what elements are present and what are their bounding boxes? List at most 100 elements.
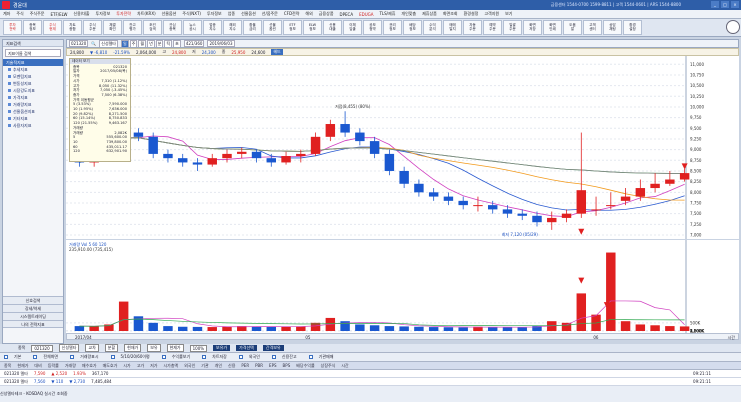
volume-bar[interactable] [502, 327, 513, 331]
menu-item-19[interactable]: TLS/제휴 [379, 11, 395, 17]
candle-body[interactable] [635, 188, 646, 197]
menu-item-22[interactable]: 화면조회 [443, 11, 458, 17]
candle-body[interactable] [310, 136, 321, 154]
order-field-6[interactable]: 보유 [147, 344, 161, 352]
candle-body[interactable] [679, 173, 690, 180]
period-button-4[interactable]: 분 [155, 40, 164, 47]
menu-item-9[interactable]: 주식(NXT) [182, 11, 201, 17]
volume-bar[interactable] [517, 327, 527, 331]
toolbar-button-23[interactable]: 자동 주문 [463, 20, 482, 35]
option-checkbox-0[interactable]: 기본 [4, 354, 27, 360]
maximize-button[interactable]: □ [721, 1, 729, 8]
volume-bar[interactable] [148, 322, 158, 331]
menu-item-6[interactable]: 투자전략 [116, 11, 131, 17]
order-field-7[interactable]: 현재가 [166, 344, 184, 352]
chart-date[interactable]: 2019/06/03 [207, 40, 235, 47]
menu-item-16[interactable]: 금융상품 [319, 11, 334, 17]
toolbar-button-2[interactable]: 주식 현재 [43, 20, 62, 35]
volume-bar[interactable] [399, 326, 409, 331]
menu-item-13[interactable]: 선/옵주문 [262, 11, 278, 17]
candle-body[interactable] [473, 205, 483, 207]
menu-item-10[interactable]: 투자정보 [207, 11, 222, 17]
candle-body[interactable] [620, 196, 631, 201]
menu-item-24[interactable]: 고객지원 [484, 11, 499, 17]
toolbar-button-7[interactable]: 조건 검색 [143, 20, 162, 35]
stock-code-input[interactable]: 021320 [69, 40, 89, 47]
toolbar-button-27[interactable]: 화면 인쇄 [543, 20, 562, 35]
quote-table-row-1[interactable]: 021320 델타 7,590 ▲ 2,520 1.93% 367,170 09… [0, 370, 741, 378]
order-dark-button-0[interactable]: 보유가 [213, 345, 231, 351]
candle-body[interactable] [414, 183, 424, 193]
sidebar-item-8[interactable]: 사용자지표 [3, 122, 63, 129]
order-field-5[interactable]: 현재가 [124, 344, 142, 352]
toolbar-button-0[interactable]: 투자 전략 [3, 20, 22, 35]
toolbar-button-19[interactable]: 권리 정보 [383, 20, 402, 35]
option-checkbox-7[interactable]: 신용잔고 [271, 354, 303, 360]
volume-bar[interactable] [163, 326, 173, 331]
candle-body[interactable] [163, 153, 173, 159]
checkbox-icon[interactable] [4, 355, 8, 359]
candle-body[interactable] [340, 124, 350, 133]
sidebar-item-3[interactable]: 시장강도지표 [3, 87, 63, 94]
volume-bar[interactable] [576, 293, 587, 331]
volume-bar[interactable] [620, 321, 631, 331]
toolbar-button-5[interactable]: 체결 확인 [103, 20, 122, 35]
indicator-search-input[interactable]: 지표이름 검색 [5, 49, 61, 57]
toolbar-button-9[interactable]: 뉴스 공시 [183, 20, 202, 35]
sidebar-item-0[interactable]: 추세지표 [3, 66, 63, 73]
checkbox-icon[interactable] [271, 355, 276, 359]
candle-body[interactable] [207, 158, 217, 165]
candle-body[interactable] [222, 153, 232, 159]
toolbar-button-31[interactable]: 환경 설정 [623, 20, 642, 35]
volume-bar[interactable] [192, 326, 203, 331]
volume-bar[interactable] [487, 327, 498, 331]
toolbar-button-8[interactable]: 관심 종목 [163, 20, 182, 35]
candle-body[interactable] [177, 158, 188, 163]
menu-item-17[interactable]: DPECA [340, 12, 354, 17]
period-button-5[interactable]: 틱 [164, 40, 173, 47]
quote-tag[interactable]: 헤드 [271, 49, 283, 55]
order-field-3[interactable]: 교차 [85, 344, 99, 352]
menu-item-18[interactable]: EDUGA [359, 12, 373, 17]
sidebar-item-4[interactable]: 가격지표 [3, 94, 63, 101]
checkbox-icon[interactable] [33, 355, 38, 359]
sidebar-category-header[interactable]: 기술적지표 [3, 59, 63, 66]
option-checkbox-2[interactable]: 거래량표시 [70, 354, 104, 360]
candle-body[interactable] [399, 170, 409, 184]
volume-bar[interactable] [665, 326, 675, 331]
menu-item-20[interactable]: 개인맞춤 [401, 11, 416, 17]
candle-body[interactable] [325, 124, 336, 137]
checkbox-icon[interactable] [202, 355, 207, 359]
volume-bar[interactable] [428, 327, 439, 331]
toolbar-button-10[interactable]: 업종 지수 [203, 20, 222, 35]
toolbar-button-12[interactable]: 환율 금리 [243, 20, 262, 35]
candle-body[interactable] [532, 215, 542, 223]
candle-body[interactable] [369, 141, 380, 154]
volume-bar[interactable] [296, 326, 306, 331]
menu-item-14[interactable]: CFD전략 [284, 11, 300, 17]
candle-body[interactable] [502, 209, 513, 214]
menu-item-1[interactable]: 주식 [16, 11, 23, 17]
sidebar-footer-systrade[interactable]: 시스템트레이딩 [3, 312, 63, 320]
volume-bar[interactable] [266, 326, 277, 331]
candle-body[interactable] [547, 217, 557, 223]
candle-body[interactable] [133, 132, 144, 137]
option-checkbox-4[interactable]: 수익률보기 [161, 354, 196, 360]
volume-bar[interactable] [222, 326, 232, 331]
candle-body[interactable] [458, 200, 468, 206]
candle-body[interactable] [266, 158, 277, 163]
minimize-button[interactable]: _ [711, 1, 719, 8]
period-button-3[interactable]: 년 [147, 40, 155, 47]
toolbar-button-28[interactable]: 도움 말 [563, 20, 582, 35]
volume-bar[interactable] [118, 301, 129, 331]
price-chart[interactable]: 11,000 10,750 10,500 10,250 10,000 9,750 9,500… [66, 56, 739, 239]
volume-bar[interactable] [177, 326, 188, 331]
option-checkbox-5[interactable]: 차트저장 [202, 354, 233, 360]
menu-item-25[interactable]: 보기 [505, 11, 512, 17]
volume-bar[interactable] [561, 322, 572, 331]
menu-item-5[interactable]: 투자정보 [96, 11, 111, 17]
sidebar-item-6[interactable]: 선물옵션지표 [3, 108, 63, 115]
candle-body[interactable] [384, 153, 395, 171]
candle-body[interactable] [355, 132, 365, 142]
menu-item-4[interactable]: 신용/대출 [73, 11, 89, 17]
